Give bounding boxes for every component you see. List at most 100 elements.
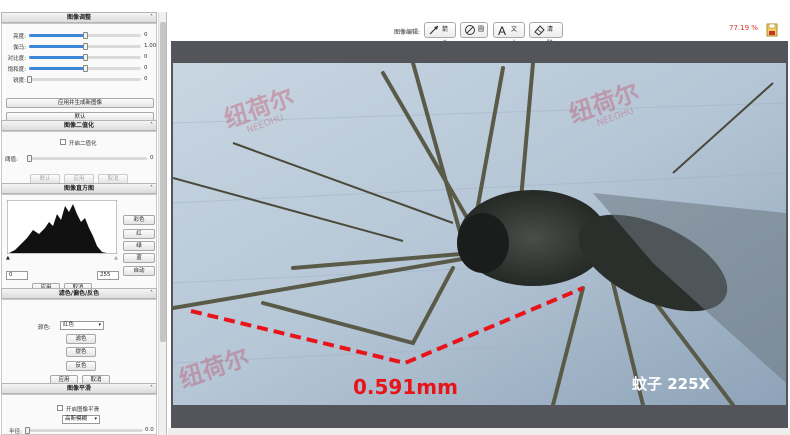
histogram-body: ▲ ▲ 0 255 应用 取消 彩色 红 绿 蓝 自动 <box>1 194 157 296</box>
adjust-row-label: 饱和度: <box>7 67 26 73</box>
histogram-range-bar[interactable]: ▲ ▲ <box>6 255 118 261</box>
radius-slider-thumb[interactable] <box>25 427 30 434</box>
text-tool-icon: A <box>498 24 506 36</box>
histogram-graph <box>7 200 117 254</box>
binarize-title: 图像二值化 <box>63 122 94 129</box>
color-select-value: 红色 <box>63 322 75 328</box>
channel-auto-button[interactable]: 自动 <box>123 266 155 276</box>
binarize-body: 开启二值化 阈值: 0 默认 应用 取消 <box>1 131 157 191</box>
channel-red-button[interactable]: 红 <box>123 229 155 239</box>
adjust-slider-thumb[interactable] <box>27 76 32 83</box>
adjust-row-label: 锐度: <box>13 78 26 84</box>
color-label: 颜色: <box>38 325 51 331</box>
filter-body: 颜色: 红色 ▾ 滤色 提色 反色 应用 取消 <box>1 299 157 391</box>
smooth-header[interactable]: 图像平滑 ˄ <box>1 383 157 394</box>
histogram-min-input[interactable]: 0 <box>6 271 28 280</box>
adjust-slider[interactable] <box>29 54 141 61</box>
measurement-label: 0.591mm <box>353 375 458 399</box>
threshold-slider[interactable] <box>27 155 147 162</box>
radius-value: 0.0 <box>145 427 154 433</box>
channel-green-button[interactable]: 绿 <box>123 241 155 251</box>
histogram-max-input[interactable]: 255 <box>97 271 119 280</box>
radius-label: 半径: <box>9 429 22 435</box>
image-viewer[interactable]: 纽荷尔 纽荷尔 纽荷尔 NEEOHU NEEOHU 0.591mm 蚊子 225… <box>171 41 788 428</box>
smooth-title: 图像平滑 <box>66 385 91 392</box>
adjust-row-value: 1.00 <box>144 43 157 49</box>
clear-tool-button[interactable]: 清除 <box>529 22 563 47</box>
smooth-checkbox[interactable] <box>57 405 63 411</box>
adjust-slider-fill <box>29 67 85 70</box>
binarize-header[interactable]: 图像二值化 ˄ <box>1 120 157 131</box>
bottom-status-strip <box>168 428 790 435</box>
magnification-caption: 蚊子 225X <box>632 375 711 393</box>
smooth-enable-label: 开启图像平滑 <box>66 407 100 413</box>
adjust-row-value: 0 <box>144 65 148 71</box>
collapse-icon[interactable]: ˄ <box>150 384 153 394</box>
smooth-method-select[interactable]: 高斯模糊 ▾ <box>62 415 100 424</box>
image-edit-label: 图像编辑: <box>394 29 421 36</box>
filter-title: 滤色/偏色/反色 <box>58 290 100 297</box>
histogram-title: 图像直方图 <box>63 185 94 192</box>
adjust-row-value: 0 <box>144 54 148 60</box>
threshold-label: 阈值: <box>5 157 18 163</box>
adjust-body: 亮度: 0 伽马: 1.00 对比度: 0 饱和度: 0 锐度: 0 应用并生成新图像 默认 <box>1 23 157 128</box>
circle-tool-icon <box>465 25 475 35</box>
scrollbar-thumb[interactable] <box>160 22 166 342</box>
smooth-body: 开启图像平滑 高斯模糊 ▾ 半径: 0.0 <box>1 394 157 435</box>
arrow-tool-icon <box>429 25 439 35</box>
color-select[interactable]: 红色 ▾ <box>60 321 104 330</box>
invert-button[interactable]: 反色 <box>66 361 96 371</box>
circle-tool-button[interactable]: 圆 <box>460 22 488 38</box>
filter-header[interactable]: 滤色/偏色/反色 ˄ <box>1 288 157 299</box>
smooth-method-value: 高斯模糊 <box>65 416 88 422</box>
adjust-header[interactable]: 图像调整 ˄ <box>1 12 157 23</box>
collapse-icon[interactable]: ˄ <box>150 13 153 23</box>
adjust-slider[interactable] <box>27 76 141 83</box>
left-panel-scrollbar[interactable] <box>158 12 166 435</box>
microscope-image[interactable]: 纽荷尔 纽荷尔 纽荷尔 NEEOHU NEEOHU 0.591mm 蚊子 225… <box>173 63 786 405</box>
range-max-handle[interactable]: ▲ <box>114 255 118 261</box>
histogram-header[interactable]: 图像直方图 ˄ <box>1 183 157 194</box>
image-edit-toolbar: 图像编辑: 箭头 圆 A 文本 清除 77.19 % <box>168 14 790 47</box>
collapse-icon[interactable]: ˄ <box>150 121 153 131</box>
range-min-handle[interactable]: ▲ <box>6 255 10 261</box>
mosquito-photo: 纽荷尔 纽荷尔 纽荷尔 NEEOHU NEEOHU 0.591mm 蚊子 225… <box>173 63 786 405</box>
circle-tool-label: 圆 <box>478 26 485 33</box>
chevron-down-icon: ▾ <box>94 416 97 422</box>
collapse-icon[interactable]: ˄ <box>150 289 153 299</box>
adjust-slider-thumb[interactable] <box>83 43 88 50</box>
adjust-slider-thumb[interactable] <box>83 65 88 72</box>
chevron-down-icon: ▾ <box>98 322 101 328</box>
adjust-row-label: 对比度: <box>7 56 26 62</box>
adjust-slider-fill <box>29 56 85 59</box>
adjust-slider[interactable] <box>29 43 141 50</box>
filter-color-button[interactable]: 滤色 <box>66 334 96 344</box>
channel-blue-button[interactable]: 蓝 <box>123 253 155 263</box>
eraser-icon <box>534 25 545 36</box>
tint-button[interactable]: 提色 <box>66 347 96 357</box>
arrow-tool-button[interactable]: 箭头 <box>424 22 456 47</box>
adjust-slider[interactable] <box>29 32 141 39</box>
adjust-row-value: 0 <box>144 76 148 82</box>
radius-slider[interactable] <box>25 427 143 434</box>
threshold-slider-thumb[interactable] <box>27 155 32 162</box>
binarize-enable-label: 开启二值化 <box>69 141 97 147</box>
adjust-slider-thumb[interactable] <box>83 54 88 61</box>
adjust-row-label: 亮度: <box>13 34 26 40</box>
text-tool-button[interactable]: A 文本 <box>493 22 525 47</box>
channel-color-button[interactable]: 彩色 <box>123 215 155 225</box>
adjust-title: 图像调整 <box>66 14 91 21</box>
adjust-slider-fill <box>29 34 85 37</box>
adjust-slider-fill <box>29 45 85 48</box>
threshold-value: 0 <box>150 155 154 161</box>
adjust-row-label: 伽马: <box>13 45 26 51</box>
apply-new-image-button[interactable]: 应用并生成新图像 <box>6 98 154 108</box>
collapse-icon[interactable]: ˄ <box>150 184 153 194</box>
adjust-row-value: 0 <box>144 32 148 38</box>
save-icon[interactable] <box>766 23 778 37</box>
svg-text:A: A <box>498 24 506 36</box>
left-control-panel: 图像调整 ˄ 亮度: 0 伽马: 1.00 对比度: 0 饱和度: 0 锐度: 0 应用并生成新图… <box>0 12 167 435</box>
adjust-slider-thumb[interactable] <box>83 32 88 39</box>
adjust-slider[interactable] <box>29 65 141 72</box>
binarize-checkbox[interactable] <box>60 139 66 145</box>
